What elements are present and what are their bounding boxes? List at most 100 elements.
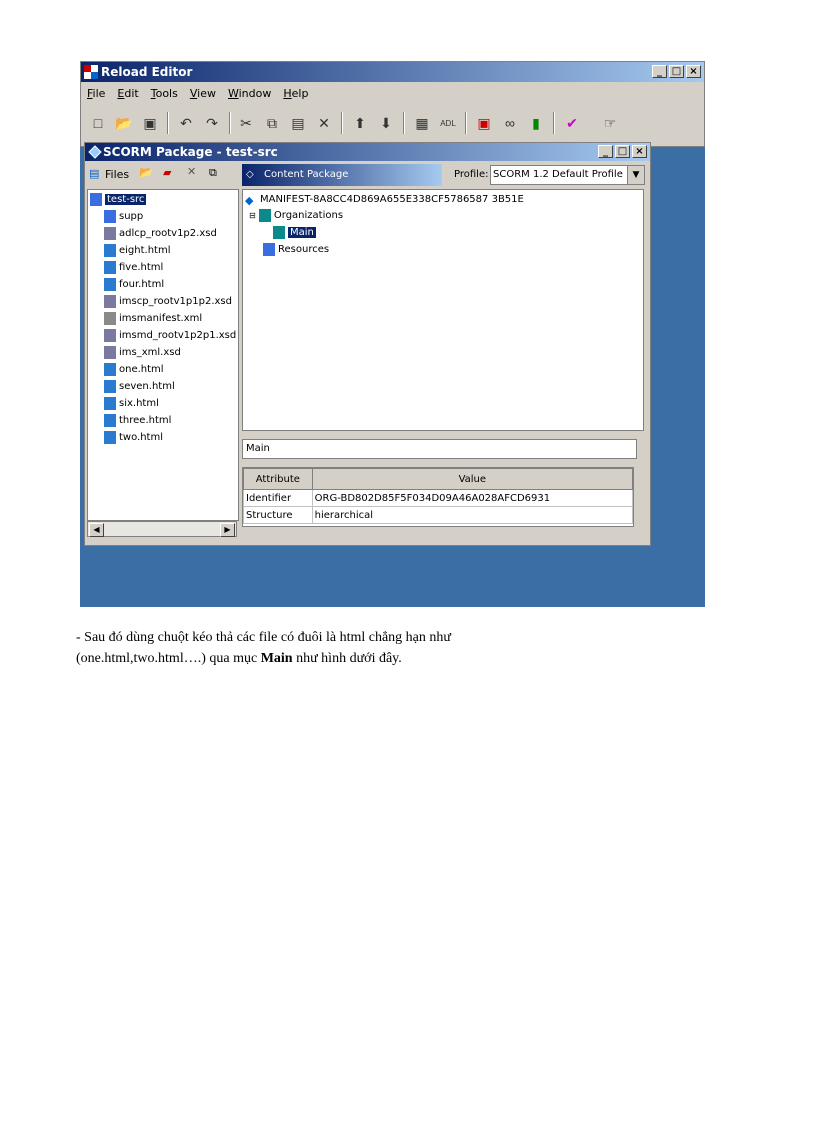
- menu-view[interactable]: View: [190, 84, 216, 104]
- close-button[interactable]: ×: [686, 65, 701, 78]
- redo-icon[interactable]: ↷: [203, 114, 221, 132]
- files-header: ▤ Files 📂 ▰ ✕ ⧉: [87, 163, 239, 187]
- file-icon: [104, 260, 116, 274]
- files-pane: ▤ Files 📂 ▰ ✕ ⧉ test-src supp adlcp_rootv…: [87, 163, 239, 543]
- screenshot: Reload Editor _ □ × File Edit Tools View…: [80, 61, 705, 607]
- minimize-button[interactable]: _: [652, 65, 667, 78]
- file-item[interactable]: supp: [104, 209, 143, 225]
- caption-line-1: - Sau đó dùng chuột kéo thả các file có …: [76, 630, 451, 645]
- file-item[interactable]: adlcp_rootv1p2.xsd: [104, 226, 217, 242]
- file-icon: [104, 243, 116, 257]
- scroll-left-arrow[interactable]: ◀: [89, 523, 104, 537]
- manifest-icon[interactable]: ▦: [413, 114, 431, 132]
- delete-file-icon[interactable]: ✕: [187, 165, 196, 178]
- glasses-icon[interactable]: ∞: [501, 114, 519, 132]
- new-folder-icon[interactable]: ▰: [163, 166, 171, 179]
- package-maximize-button[interactable]: □: [615, 145, 630, 158]
- profile-label: Profile:: [454, 169, 489, 180]
- save-icon[interactable]: ▣: [141, 114, 159, 132]
- file-item[interactable]: imsmanifest.xml: [104, 311, 202, 327]
- profile-select[interactable]: SCORM 1.2 Default Profile ▼: [490, 165, 645, 185]
- attribute-header[interactable]: Attribute: [243, 468, 313, 490]
- collapse-icon[interactable]: ⊟: [249, 211, 256, 220]
- undo-icon[interactable]: ↶: [177, 114, 195, 132]
- content-tree: ◆ MANIFEST-8A8CC4D869A655E338CF5786587 3B…: [242, 189, 644, 431]
- file-icon: [104, 226, 116, 240]
- table-row[interactable]: Structure hierarchical: [243, 506, 634, 524]
- up-icon[interactable]: ⬆: [351, 114, 369, 132]
- table-row[interactable]: Identifier ORG-BD802D85F5F034D09A46A028A…: [243, 489, 634, 507]
- package-minimize-button[interactable]: _: [598, 145, 613, 158]
- file-item[interactable]: three.html: [104, 413, 171, 429]
- file-icon: [104, 277, 116, 291]
- scroll-right-arrow[interactable]: ▶: [220, 523, 235, 537]
- preview-icon[interactable]: ▣: [475, 114, 493, 132]
- content-package-icon: ◇: [246, 169, 254, 180]
- resources-node[interactable]: Resources: [263, 242, 329, 258]
- app-titlebar[interactable]: Reload Editor _ □ ×: [81, 62, 704, 82]
- file-icon: [104, 294, 116, 308]
- file-icon: [104, 345, 116, 359]
- caption-line-2: (one.html,two.html….) qua mục Main như h…: [76, 651, 402, 666]
- down-icon[interactable]: ⬇: [377, 114, 395, 132]
- manifest-node[interactable]: ◆ MANIFEST-8A8CC4D869A655E338CF5786587 3B…: [245, 192, 524, 208]
- resources-icon: [263, 242, 275, 256]
- file-item[interactable]: six.html: [104, 396, 159, 412]
- menu-window[interactable]: Window: [228, 84, 271, 104]
- menu-tools[interactable]: Tools: [151, 84, 178, 104]
- menu-help[interactable]: Help: [283, 84, 308, 104]
- adl-icon[interactable]: ADL: [439, 114, 457, 132]
- file-icon: [104, 413, 116, 427]
- file-item[interactable]: imsmd_rootv1p2p1.xsd: [104, 328, 236, 344]
- package-icon: [88, 145, 102, 159]
- validate-icon[interactable]: ✔: [563, 114, 581, 132]
- package-titlebar[interactable]: SCORM Package - test-src _ □ ×: [85, 143, 650, 161]
- menu-bar: File Edit Tools View Window Help: [81, 84, 704, 104]
- chevron-down-icon[interactable]: ▼: [627, 166, 644, 184]
- file-item[interactable]: eight.html: [104, 243, 171, 259]
- cut-icon[interactable]: ✂: [237, 114, 255, 132]
- pointer-icon[interactable]: ☞: [595, 114, 625, 132]
- file-icon: [104, 430, 116, 444]
- file-item[interactable]: one.html: [104, 362, 164, 378]
- file-icon: [104, 328, 116, 342]
- reload-logo-icon: [84, 65, 98, 79]
- paste-icon[interactable]: ▤: [289, 114, 307, 132]
- new-icon[interactable]: □: [89, 114, 107, 132]
- name-field[interactable]: Main: [242, 439, 637, 459]
- files-hscrollbar[interactable]: ◀ ▶: [87, 521, 237, 537]
- main-emphasis: Main: [260, 651, 293, 666]
- book-icon[interactable]: ▮: [527, 114, 545, 132]
- menu-edit[interactable]: Edit: [117, 84, 138, 104]
- package-close-button[interactable]: ×: [632, 145, 647, 158]
- content-header: ◇ Content Package Profile: SCORM 1.2 Def…: [242, 163, 647, 187]
- folder-icon: [104, 209, 116, 223]
- file-item[interactable]: four.html: [104, 277, 164, 293]
- value-header[interactable]: Value: [311, 468, 634, 490]
- main-node[interactable]: Main: [273, 225, 316, 241]
- file-item[interactable]: seven.html: [104, 379, 175, 395]
- organizations-icon: [258, 208, 271, 222]
- import-icon[interactable]: ⧉: [209, 166, 217, 180]
- maximize-button[interactable]: □: [669, 65, 684, 78]
- manifest-node-icon: ◆: [245, 193, 254, 207]
- file-item[interactable]: two.html: [104, 430, 163, 446]
- file-item[interactable]: five.html: [104, 260, 163, 276]
- menu-file[interactable]: File: [87, 84, 105, 104]
- app-window: Reload Editor _ □ × File Edit Tools View…: [80, 61, 705, 147]
- file-item[interactable]: imscp_rootv1p1p2.xsd: [104, 294, 232, 310]
- caption: - Sau đó dùng chuột kéo thả các file có …: [76, 627, 596, 669]
- organizations-node[interactable]: ⊟ Organizations: [249, 208, 343, 224]
- copy-icon[interactable]: ⧉: [263, 114, 281, 132]
- delete-icon[interactable]: ✕: [315, 114, 333, 132]
- app-title: Reload Editor: [101, 65, 193, 79]
- tree-root[interactable]: test-src: [90, 192, 147, 208]
- content-package-tab[interactable]: ◇ Content Package: [242, 164, 442, 186]
- open-icon[interactable]: 📂: [115, 114, 133, 132]
- toolbar: □ 📂 ▣ ↶ ↷ ✂ ⧉ ▤ ✕ ⬆ ⬇ ▦ ADL ▣ ∞ ▮ ✔ ☞: [81, 108, 704, 138]
- open-folder-icon[interactable]: 📂: [139, 166, 153, 179]
- split-divider[interactable]: [242, 431, 647, 437]
- file-item[interactable]: ims_xml.xsd: [104, 345, 181, 361]
- file-icon: [104, 311, 116, 325]
- attribute-table: Attribute Value Identifier ORG-BD802D85F…: [242, 467, 634, 527]
